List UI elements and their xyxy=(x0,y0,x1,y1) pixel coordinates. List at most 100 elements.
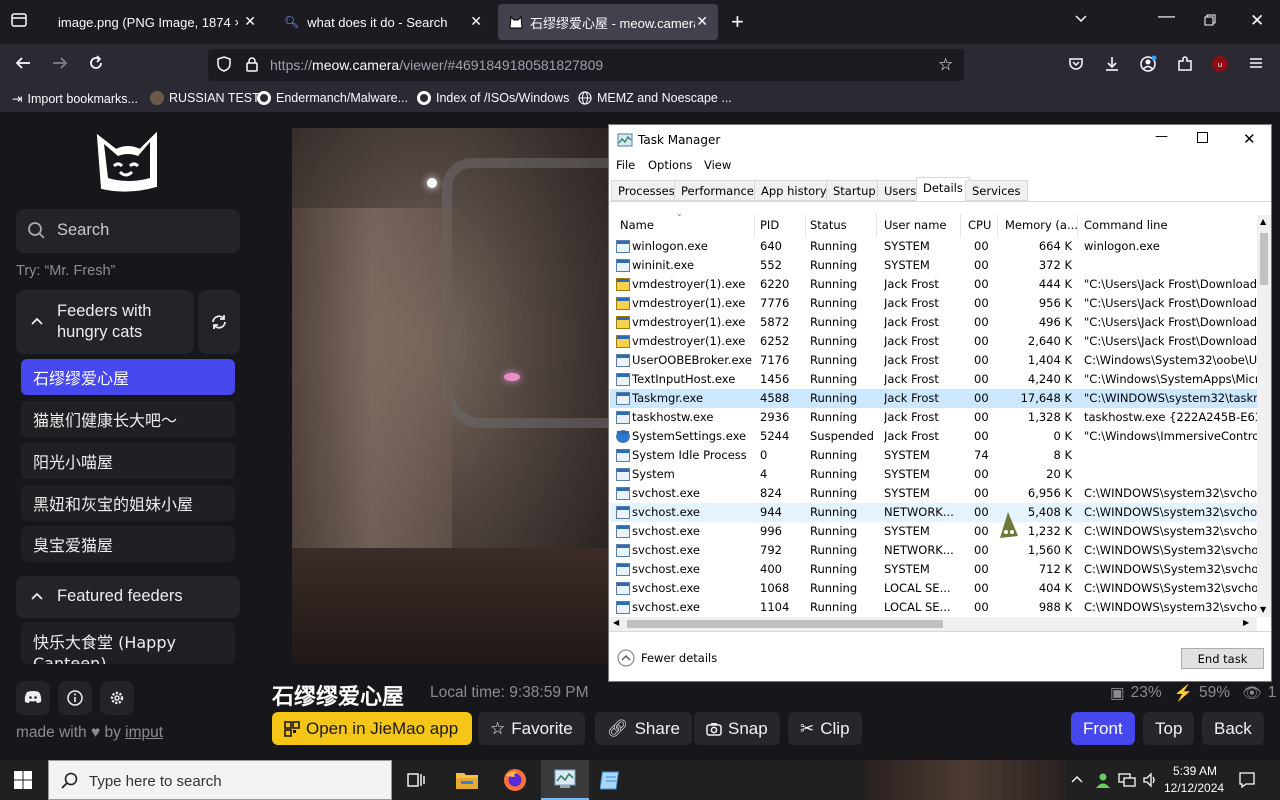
table-row[interactable]: winlogon.exe 640 Running SYSTEM 00 664 K winlo… xyxy=(610,237,1258,256)
table-row[interactable]: vmdestroyer(1).exe 5872 Running Jack Frost 0… xyxy=(610,313,1258,332)
shield-icon[interactable] xyxy=(215,55,233,73)
table-row[interactable]: TextInputHost.exe 1456 Running Jack Frost 00… xyxy=(610,370,1258,389)
column-header-pid[interactable]: PID xyxy=(760,218,779,232)
open-app-button[interactable]: Open in JieMao app xyxy=(272,712,472,745)
chevron-up-icon[interactable] xyxy=(1071,774,1083,784)
download-icon[interactable] xyxy=(1103,55,1121,73)
menu-view[interactable]: View xyxy=(704,158,731,172)
table-row[interactable]: vmdestroyer(1).exe 6252 Running Jack Frost 0… xyxy=(610,332,1258,351)
close-tab-icon[interactable]: ✕ xyxy=(244,13,256,30)
bookmark-memz[interactable]: MEMZ and Noescape ... xyxy=(578,91,732,105)
featured-feeders-header[interactable]: Featured feeders xyxy=(16,576,240,618)
table-row[interactable]: svchost.exe 1068 Running LOCAL SE... 00 404 K… xyxy=(610,579,1258,598)
tab-services[interactable]: Services xyxy=(965,180,1028,201)
file-explorer-icon[interactable] xyxy=(455,769,479,791)
close-window-icon[interactable]: ✕ xyxy=(1250,11,1264,31)
scroll-right-icon[interactable]: ▶ xyxy=(1243,618,1249,627)
menu-options[interactable]: Options xyxy=(648,158,692,172)
new-tab-icon[interactable]: + xyxy=(731,9,744,35)
lock-icon[interactable] xyxy=(244,56,260,73)
author-link[interactable]: imput xyxy=(125,724,163,741)
vertical-scrollbar[interactable]: ▲ ▼ xyxy=(1257,215,1271,617)
tab-search[interactable]: 🔍︎ what does it do - Search ✕ xyxy=(270,4,492,40)
firefox-icon[interactable] xyxy=(503,768,527,792)
column-header-user[interactable]: User name xyxy=(884,218,946,232)
clock-time[interactable]: 5:39 AM xyxy=(1173,764,1217,778)
table-row[interactable]: wininit.exe 552 Running SYSTEM 00 372 K xyxy=(610,256,1258,275)
table-row[interactable]: vmdestroyer(1).exe 6220 Running Jack Frost 0… xyxy=(610,275,1258,294)
bookmark-isos[interactable]: Index of /ISOs/Windows xyxy=(417,91,569,105)
feeders-hungry-header[interactable]: Feeders with hungry cats xyxy=(16,290,194,354)
volume-icon[interactable] xyxy=(1142,771,1160,789)
table-row[interactable]: svchost.exe 400 Running SYSTEM 00 712 K C:\WIN… xyxy=(610,560,1258,579)
feeder-item[interactable]: 石缪缪爱心屋 xyxy=(21,359,235,395)
minimize-icon[interactable]: — xyxy=(1155,129,1168,144)
url-text[interactable]: https://meow.camera/viewer/#469184918058… xyxy=(270,57,603,73)
chevron-down-icon[interactable] xyxy=(1073,11,1089,27)
table-row[interactable]: System Idle Process 0 Running SYSTEM 74 8 K xyxy=(610,446,1258,465)
scroll-thumb[interactable] xyxy=(627,620,943,628)
tab-meow-camera[interactable]: 石缪缪爱心屋 - meow.camera ✕ xyxy=(498,4,718,40)
menu-icon[interactable] xyxy=(1248,55,1264,71)
minimize-icon[interactable]: — xyxy=(1158,6,1175,26)
column-header-command[interactable]: Command line xyxy=(1084,218,1168,232)
tab-image[interactable]: image.png (PNG Image, 1874 × 888 ✕ xyxy=(44,4,266,40)
tab-processes[interactable]: Processes xyxy=(611,180,682,201)
table-row[interactable]: SystemSettings.exe 5244 Suspended Jack Fros… xyxy=(610,427,1258,446)
discord-button[interactable] xyxy=(16,681,50,715)
column-header-status[interactable]: Status xyxy=(810,218,847,232)
table-row[interactable]: System 4 Running SYSTEM 00 20 K xyxy=(610,465,1258,484)
info-button[interactable] xyxy=(58,681,92,715)
tab-performance[interactable]: Performance xyxy=(674,180,761,201)
tab-app-history[interactable]: App history xyxy=(754,180,834,201)
settings-button[interactable] xyxy=(100,681,134,715)
table-row[interactable]: vmdestroyer(1).exe 7776 Running Jack Frost 0… xyxy=(610,294,1258,313)
table-row[interactable]: svchost.exe 1104 Running LOCAL SE... 00 988 K… xyxy=(610,598,1258,617)
maximize-icon[interactable] xyxy=(1197,132,1208,143)
snap-button[interactable]: Snap xyxy=(694,712,780,745)
table-row[interactable]: Taskmgr.exe 4588 Running Jack Frost 00 17,648… xyxy=(610,389,1258,408)
column-header-name[interactable]: Name xyxy=(620,218,654,232)
account-icon[interactable] xyxy=(1139,55,1157,73)
task-manager-taskbar-button[interactable] xyxy=(541,760,589,800)
table-row[interactable]: svchost.exe 996 Running SYSTEM 00 1,232 K C:\W… xyxy=(610,522,1258,541)
clip-button[interactable]: ✂ Clip xyxy=(788,712,862,745)
favorite-button[interactable]: ☆ Favorite xyxy=(478,712,585,745)
feeder-item[interactable]: 臭宝爱猫屋 xyxy=(21,526,235,562)
camera-front-button[interactable]: Front xyxy=(1071,712,1135,745)
scroll-up-icon[interactable]: ▲ xyxy=(1260,217,1266,226)
tab-details[interactable]: Details xyxy=(916,177,970,201)
close-tab-icon[interactable]: ✕ xyxy=(470,13,482,30)
forward-icon[interactable] xyxy=(51,54,69,72)
camera-feed[interactable] xyxy=(292,128,622,664)
scroll-left-icon[interactable]: ◀ xyxy=(613,618,619,627)
back-icon[interactable] xyxy=(14,54,32,72)
network-icon[interactable] xyxy=(1118,772,1136,788)
bookmark-star-icon[interactable]: ☆ xyxy=(938,55,953,75)
close-icon[interactable]: ✕ xyxy=(1243,130,1256,148)
table-row[interactable]: svchost.exe 792 Running NETWORK... 00 1,560 K… xyxy=(610,541,1258,560)
tab-list-icon[interactable] xyxy=(10,11,28,29)
table-row[interactable]: svchost.exe 944 Running NETWORK... 00 5,408 K… xyxy=(610,503,1258,522)
bookmark-import[interactable]: ⇥ Import bookmarks... xyxy=(12,91,138,107)
clock-date[interactable]: 12/12/2024 xyxy=(1164,781,1224,795)
notepad-icon[interactable] xyxy=(600,768,624,792)
column-header-cpu[interactable]: CPU xyxy=(968,218,991,232)
bookmark-endermanch[interactable]: Endermanch/Malware... xyxy=(257,91,408,105)
reload-icon[interactable] xyxy=(87,54,105,72)
restore-icon[interactable] xyxy=(1204,14,1216,26)
table-row[interactable]: taskhostw.exe 2936 Running Jack Frost 00 1,32… xyxy=(610,408,1258,427)
feeder-item[interactable]: 黑妞和灰宝的姐妹小屋 xyxy=(21,485,235,521)
share-button[interactable]: 🔗︎ Share xyxy=(595,712,692,745)
close-tab-icon[interactable]: ✕ xyxy=(696,13,708,30)
table-row[interactable]: svchost.exe 824 Running SYSTEM 00 6,956 K C:\W… xyxy=(610,484,1258,503)
refresh-button[interactable] xyxy=(198,290,240,354)
bookmark-russian-test[interactable]: RUSSIAN TEST xyxy=(150,91,260,105)
fewer-details-button[interactable]: Fewer details xyxy=(617,649,717,667)
pocket-icon[interactable] xyxy=(1067,55,1085,73)
featured-item[interactable]: 快乐大食堂 (Happy Canteen) xyxy=(21,622,235,664)
cat-logo-icon[interactable] xyxy=(94,130,162,192)
url-bar[interactable]: https://meow.camera/viewer/#469184918058… xyxy=(208,49,964,81)
notification-icon[interactable] xyxy=(1238,771,1256,789)
menu-file[interactable]: File xyxy=(616,158,635,172)
